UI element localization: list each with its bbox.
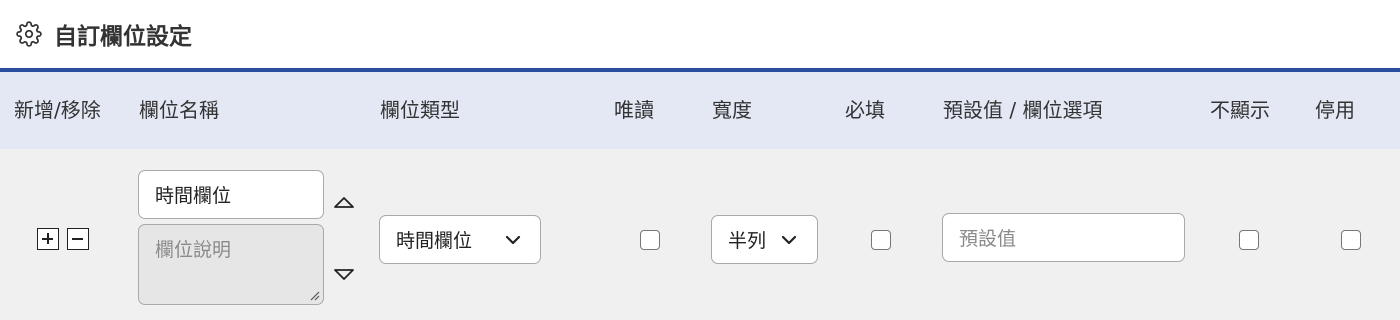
move-down-icon[interactable] [333, 268, 355, 282]
default-value-input[interactable]: 預設值 [942, 213, 1185, 262]
default-value-placeholder: 預設值 [959, 228, 1017, 250]
field-name-input[interactable]: 時間欄位 [138, 170, 324, 219]
table-header: 新增/移除 欄位名稱 欄位類型 唯讀 寬度 必填 預設值 / 欄位選項 不顯示 … [0, 72, 1400, 149]
field-name-value: 時間欄位 [155, 185, 232, 207]
field-type-value: 時間欄位 [396, 230, 473, 252]
col-width: 寬度 [712, 98, 752, 122]
remove-row-button[interactable] [67, 228, 89, 250]
field-type-select[interactable]: 時間欄位 [379, 215, 541, 264]
col-disabled: 停用 [1315, 98, 1355, 122]
resize-handle-icon[interactable] [309, 290, 320, 301]
page-header: 自訂欄位設定 [0, 0, 1400, 68]
hidden-checkbox[interactable] [1239, 230, 1259, 250]
col-readonly: 唯讀 [614, 98, 654, 122]
field-description-textarea[interactable]: 欄位說明 [138, 224, 324, 305]
chevron-down-icon [781, 235, 797, 245]
col-field-name: 欄位名稱 [139, 98, 219, 122]
col-add-remove: 新增/移除 [14, 98, 101, 122]
width-value: 半列 [728, 230, 767, 252]
readonly-checkbox[interactable] [640, 230, 660, 250]
col-required: 必填 [845, 98, 885, 122]
move-up-icon[interactable] [333, 195, 355, 209]
table-row: 時間欄位 欄位說明 時間欄位 半列 預設值 [0, 149, 1400, 320]
disabled-checkbox[interactable] [1341, 230, 1361, 250]
field-description-placeholder: 欄位說明 [155, 239, 232, 261]
col-hidden: 不顯示 [1210, 98, 1270, 122]
page-title: 自訂欄位設定 [54, 24, 192, 50]
col-default-options: 預設值 / 欄位選項 [943, 98, 1103, 122]
chevron-down-icon [505, 235, 521, 245]
add-row-button[interactable] [37, 228, 59, 250]
gear-icon [16, 21, 42, 47]
width-select[interactable]: 半列 [711, 215, 818, 264]
col-field-type: 欄位類型 [380, 98, 460, 122]
required-checkbox[interactable] [871, 230, 891, 250]
